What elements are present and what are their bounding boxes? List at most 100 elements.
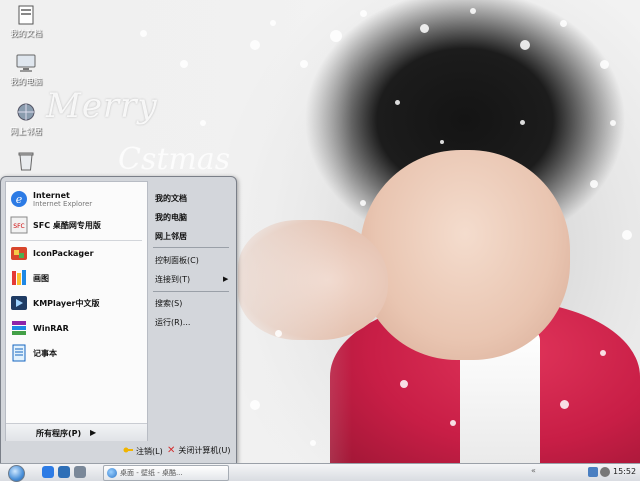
clock[interactable]: 15:52: [613, 467, 636, 476]
start-item-winrar[interactable]: WinRAR: [9, 317, 145, 339]
snow-dot: [275, 330, 282, 337]
svg-text:e: e: [16, 193, 23, 206]
snow-dot: [520, 120, 525, 125]
place-my-documents[interactable]: 我的文档: [155, 193, 187, 204]
start-menu-footer: 注销(L) ✕ 关闭计算机(U): [1, 440, 236, 462]
start-item-sfc[interactable]: SFC SFC 桌酷网专用版: [9, 214, 145, 236]
snow-dot: [200, 120, 206, 126]
start-menu-places-pane: 我的文档 我的电脑 网上邻居 控制面板(C) 连接到(T) ▶ 搜索(S) 运行…: [149, 181, 233, 439]
place-search[interactable]: 搜索(S): [155, 298, 182, 309]
submenu-arrow-icon: ▶: [223, 275, 229, 283]
key-icon: [123, 445, 133, 457]
place-my-computer[interactable]: 我的电脑: [155, 212, 187, 223]
desktop-icon-my-documents[interactable]: 我的文档: [4, 4, 48, 39]
snow-dot: [420, 24, 429, 33]
network-places-icon: [15, 102, 37, 124]
start-button[interactable]: [8, 465, 25, 482]
sfc-icon: SFC: [9, 215, 29, 235]
start-item-iconpackager[interactable]: IconPackager: [9, 242, 145, 264]
desktop-icon-label: 网上邻居: [10, 127, 42, 136]
snow-dot: [360, 200, 366, 206]
snow-dot: [450, 420, 456, 426]
start-menu-programs-pane: e Internet Internet Explorer SFC SFC 桌酷网…: [5, 181, 148, 441]
snow-dot: [140, 30, 147, 37]
desktop-icon-label: 我的文档: [10, 29, 42, 38]
logoff-button[interactable]: 注销(L): [123, 445, 163, 457]
shutdown-label: 关闭计算机(U): [178, 446, 231, 455]
quicklaunch-desktop-icon[interactable]: [74, 466, 86, 478]
start-item-notepad[interactable]: 记事本: [9, 342, 145, 364]
snow-dot: [330, 30, 342, 42]
snow-dot: [250, 40, 260, 50]
snow-dot: [520, 40, 530, 50]
snow-dot: [310, 440, 316, 446]
quicklaunch-explorer-icon[interactable]: [58, 466, 70, 478]
tray-expand-icon[interactable]: «: [531, 466, 536, 475]
all-programs-label: 所有程序(P): [36, 429, 82, 438]
my-computer-icon: [15, 52, 37, 74]
desktop-icon-recycle-bin[interactable]: [4, 150, 48, 174]
start-item-paint[interactable]: 画图: [9, 267, 145, 289]
quicklaunch-ie-icon[interactable]: [42, 466, 54, 478]
start-item-title: WinRAR: [33, 323, 69, 333]
close-icon: ✕: [167, 445, 176, 456]
logoff-label: 注销(L): [136, 446, 163, 456]
desktop-icon-label: 我的电脑: [10, 77, 42, 86]
start-item-title: 画图: [33, 273, 49, 283]
snow-dot: [180, 60, 188, 68]
snow-dot: [400, 380, 408, 388]
snow-dot: [560, 20, 567, 27]
place-network-places[interactable]: 网上邻居: [155, 231, 187, 242]
snow-dot: [600, 60, 609, 69]
network-tray-icon[interactable]: [588, 467, 598, 477]
place-connect-to[interactable]: 连接到(T): [155, 274, 190, 285]
place-run[interactable]: 运行(R)...: [155, 317, 190, 328]
kmplayer-icon: [9, 293, 29, 313]
taskbar-item-browser[interactable]: 桌面 - 壁纸 - 桌酷...: [103, 465, 229, 481]
start-menu-separator: [10, 240, 142, 241]
svg-text:SFC: SFC: [13, 223, 24, 230]
desktop-icon-my-computer[interactable]: 我的电脑: [4, 52, 48, 87]
start-item-title: SFC 桌酷网专用版: [33, 220, 101, 230]
start-item-title: IconPackager: [33, 248, 94, 258]
snow-dot: [590, 180, 598, 188]
snow-dot: [360, 10, 367, 17]
recycle-bin-icon: [15, 150, 37, 172]
start-item-subtitle: Internet Explorer: [33, 199, 93, 208]
shutdown-button[interactable]: ✕ 关闭计算机(U): [167, 445, 231, 456]
my-documents-icon: [15, 4, 37, 26]
snow-dot: [470, 8, 476, 14]
snow-dot: [610, 120, 616, 126]
volume-tray-icon[interactable]: [600, 467, 610, 477]
internet-explorer-icon: e: [9, 189, 29, 209]
place-control-panel[interactable]: 控制面板(C): [155, 255, 199, 266]
arrow-right-icon: ▶: [90, 428, 97, 437]
snow-dot: [300, 60, 308, 68]
start-menu: e Internet Internet Explorer SFC SFC 桌酷网…: [0, 176, 237, 464]
taskbar-item-label: 桌面 - 壁纸 - 桌酷...: [120, 469, 183, 477]
snow-dot: [270, 20, 276, 26]
start-item-kmplayer[interactable]: KMPlayer中文版: [9, 292, 145, 314]
wallpaper-script-christmas: Cstmas: [118, 142, 231, 177]
desktop-icon-network-places[interactable]: 网上邻居: [4, 102, 48, 137]
snow-dot: [395, 100, 400, 105]
wallpaper-script-merry: Merry: [46, 86, 158, 126]
snow-dot: [600, 350, 606, 356]
snow-dot: [622, 230, 632, 240]
start-item-title: 记事本: [33, 348, 57, 358]
paint-icon: [9, 268, 29, 288]
snow-dot: [560, 400, 569, 409]
iconpackager-icon: [9, 243, 29, 263]
winrar-icon: [9, 318, 29, 338]
places-separator: [153, 247, 229, 248]
places-separator: [153, 291, 229, 292]
notepad-icon: [9, 343, 29, 363]
start-item-internet[interactable]: e Internet Internet Explorer: [9, 188, 145, 210]
system-tray: 15:52: [548, 465, 640, 479]
snow-dot: [440, 140, 444, 144]
snow-dot: [250, 400, 260, 410]
taskbar: 桌面 - 壁纸 - 桌酷... « 15:52: [0, 463, 640, 482]
internet-explorer-icon: [107, 468, 117, 478]
start-item-title: KMPlayer中文版: [33, 298, 100, 308]
all-programs-button[interactable]: 所有程序(P) ▶: [6, 423, 147, 441]
